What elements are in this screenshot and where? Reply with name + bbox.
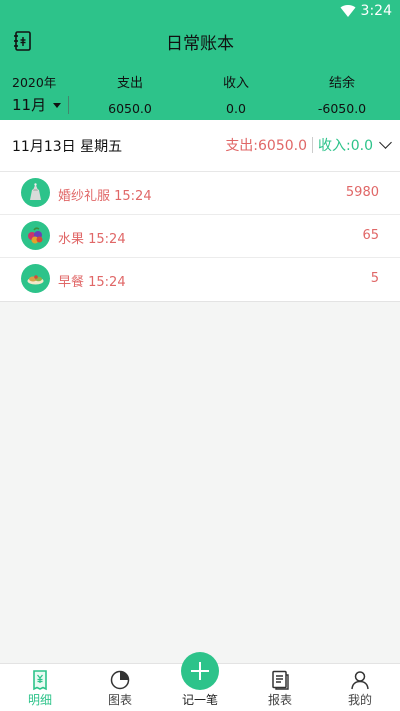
year-label: 2020年 bbox=[12, 75, 57, 90]
summary-divider bbox=[68, 96, 69, 114]
balance-value: -6050.0 bbox=[317, 101, 367, 116]
tab-label: 我的 bbox=[347, 693, 372, 707]
list-item[interactable]: 早餐 15:24 5 bbox=[0, 258, 400, 301]
record-label: 婚纱礼服 15:24 bbox=[58, 189, 152, 204]
add-record-icon[interactable] bbox=[181, 652, 219, 690]
balance-summary: 结余 -6050.0 bbox=[302, 70, 382, 116]
expense-value: 6050.0 bbox=[108, 101, 152, 116]
app-header: 日常账本 2020年 11月 支出 6050.0 收入 0.0 结余 -6050… bbox=[0, 24, 400, 120]
list-item[interactable]: 婚纱礼服 15:24 5980 bbox=[0, 172, 400, 215]
expense-summary: 支出 6050.0 bbox=[90, 70, 170, 116]
income-value: 0.0 bbox=[226, 101, 246, 116]
income-summary: 收入 0.0 bbox=[196, 70, 276, 116]
record-list: 婚纱礼服 15:24 5980 水果 15:24 65 早餐 15:24 5 bbox=[0, 172, 400, 302]
tab-add[interactable]: 记一笔 bbox=[160, 652, 240, 711]
chevron-down-icon[interactable] bbox=[379, 136, 392, 149]
breakfast-icon bbox=[21, 264, 50, 293]
caret-down-icon bbox=[53, 103, 62, 108]
wedding-dress-icon bbox=[21, 178, 50, 207]
day-expense: 支出:6050.0 bbox=[225, 138, 308, 154]
record-label: 水果 15:24 bbox=[58, 232, 126, 247]
day-totals-divider bbox=[312, 137, 314, 153]
day-totals: 支出:6050.0 收入:0.0 bbox=[225, 135, 392, 155]
balance-label: 结余 bbox=[328, 76, 355, 91]
user-icon bbox=[351, 671, 369, 690]
receipt-icon bbox=[33, 670, 47, 691]
month-value: 11月 bbox=[12, 96, 47, 114]
tab-report[interactable]: 报表 bbox=[240, 664, 320, 711]
record-amount: 65 bbox=[362, 228, 379, 243]
wifi-icon bbox=[340, 5, 356, 18]
list-item[interactable]: 水果 15:24 65 bbox=[0, 215, 400, 258]
status-bar: 3:24 bbox=[0, 0, 400, 24]
tab-mine[interactable]: 我的 bbox=[320, 664, 400, 711]
day-group-header[interactable]: 11月13日 星期五 支出:6050.0 收入:0.0 bbox=[0, 120, 400, 172]
tab-detail[interactable]: 明细 bbox=[0, 664, 80, 711]
report-icon bbox=[272, 670, 289, 690]
expense-label: 支出 bbox=[116, 76, 143, 91]
record-label: 早餐 15:24 bbox=[58, 275, 126, 290]
status-time: 3:24 bbox=[360, 3, 392, 19]
bottom-tab-bar: 明细 图表 记一笔 报表 我的 bbox=[0, 652, 400, 711]
month-selector[interactable]: 11月 bbox=[12, 94, 62, 115]
income-label: 收入 bbox=[222, 76, 249, 91]
tab-chart[interactable]: 图表 bbox=[80, 664, 160, 711]
month-summary: 2020年 11月 支出 6050.0 收入 0.0 结余 -6050.0 bbox=[0, 70, 400, 120]
tab-label: 报表 bbox=[267, 693, 292, 707]
page-title: 日常账本 bbox=[166, 34, 234, 54]
record-amount: 5980 bbox=[345, 185, 379, 200]
day-income: 收入:0.0 bbox=[318, 138, 373, 154]
fruit-icon bbox=[21, 221, 50, 250]
day-date: 11月13日 星期五 bbox=[12, 139, 123, 155]
record-amount: 5 bbox=[370, 271, 379, 286]
tab-label: 明细 bbox=[27, 693, 52, 707]
tab-label: 图表 bbox=[107, 693, 132, 707]
pie-chart-icon bbox=[110, 670, 130, 690]
tab-label: 记一笔 bbox=[181, 693, 218, 707]
